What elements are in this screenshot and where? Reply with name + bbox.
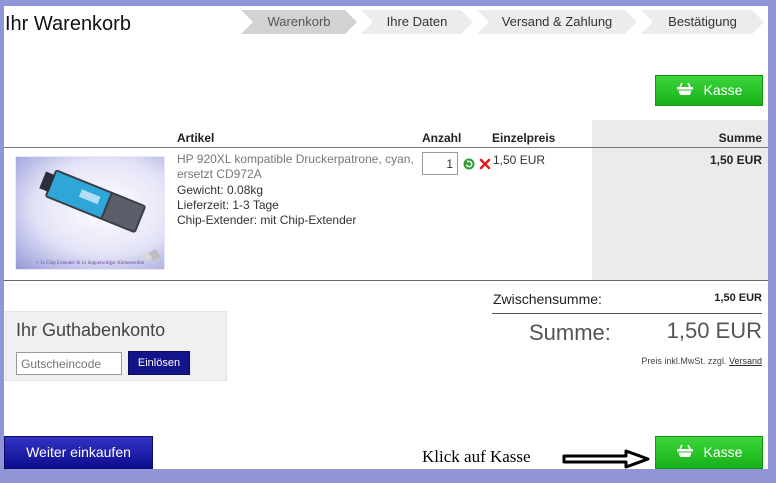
arrow-right-icon xyxy=(562,449,650,474)
step-shipping-payment: Versand & Zahlung xyxy=(477,10,637,34)
header-sum: Summe xyxy=(718,131,762,145)
product-name-link[interactable]: HP 920XL kompatible Druckerpatrone, cyan… xyxy=(177,152,421,182)
product-option: Chip-Extender: mit Chip-Extender xyxy=(177,213,357,227)
header-divider xyxy=(4,147,768,148)
subtotal-value: 1,50 EUR xyxy=(714,292,762,304)
credit-account-title: Ihr Guthabenkonto xyxy=(16,320,166,340)
checkout-button-bottom[interactable]: Kasse xyxy=(655,436,763,469)
step-your-data: Ihre Daten xyxy=(361,10,473,34)
total-value: 1,50 EUR xyxy=(666,318,762,343)
continue-shopping-button[interactable]: Weiter einkaufen xyxy=(4,436,153,469)
row-sum: 1,50 EUR xyxy=(709,153,762,167)
shipping-link[interactable]: Versand xyxy=(729,356,762,366)
checkout-label: Kasse xyxy=(703,444,743,460)
basket-icon xyxy=(676,438,694,469)
step-cart: Warenkorb xyxy=(241,10,357,34)
quantity-input[interactable] xyxy=(422,152,458,175)
header-article: Artikel xyxy=(177,131,215,145)
header-quantity: Anzahl xyxy=(422,131,462,145)
ink-cartridge-icon xyxy=(39,169,161,261)
tax-note: Preis inkl.MwSt. zzgl. Versand xyxy=(641,356,762,366)
refresh-icon[interactable] xyxy=(463,157,475,170)
tax-note-text: Preis inkl.MwSt. zzgl. xyxy=(641,356,727,366)
instruction-annotation: Klick auf Kasse xyxy=(422,447,531,466)
item-divider xyxy=(4,280,768,281)
header-unit-price: Einzelpreis xyxy=(492,131,556,145)
checkout-label: Kasse xyxy=(703,82,743,98)
unit-price: 1,50 EUR xyxy=(493,153,546,167)
step-confirmation: Bestätigung xyxy=(641,10,764,34)
delete-icon[interactable] xyxy=(479,157,491,170)
cart-page: Ihr Warenkorb Warenkorb Ihre Daten Versa… xyxy=(4,6,768,469)
voucher-code-input[interactable] xyxy=(16,352,122,375)
total-label: Summe: xyxy=(529,320,611,345)
product-image-caption: + 1x Chip Extender & 1x doppelseitiger K… xyxy=(35,261,145,266)
product-image[interactable]: + 1x Chip Extender & 1x doppelseitiger K… xyxy=(15,156,165,270)
basket-icon xyxy=(676,77,694,106)
page-title: Ihr Warenkorb xyxy=(5,13,131,35)
subtotal-divider xyxy=(492,313,762,314)
redeem-button[interactable]: Einlösen xyxy=(128,351,190,375)
subtotal-label: Zwischensumme: xyxy=(493,291,602,307)
checkout-button-top[interactable]: Kasse xyxy=(655,75,763,106)
product-weight: Gewicht: 0.08kg xyxy=(177,183,264,197)
product-delivery-time: Lieferzeit: 1-3 Tage xyxy=(177,198,279,212)
